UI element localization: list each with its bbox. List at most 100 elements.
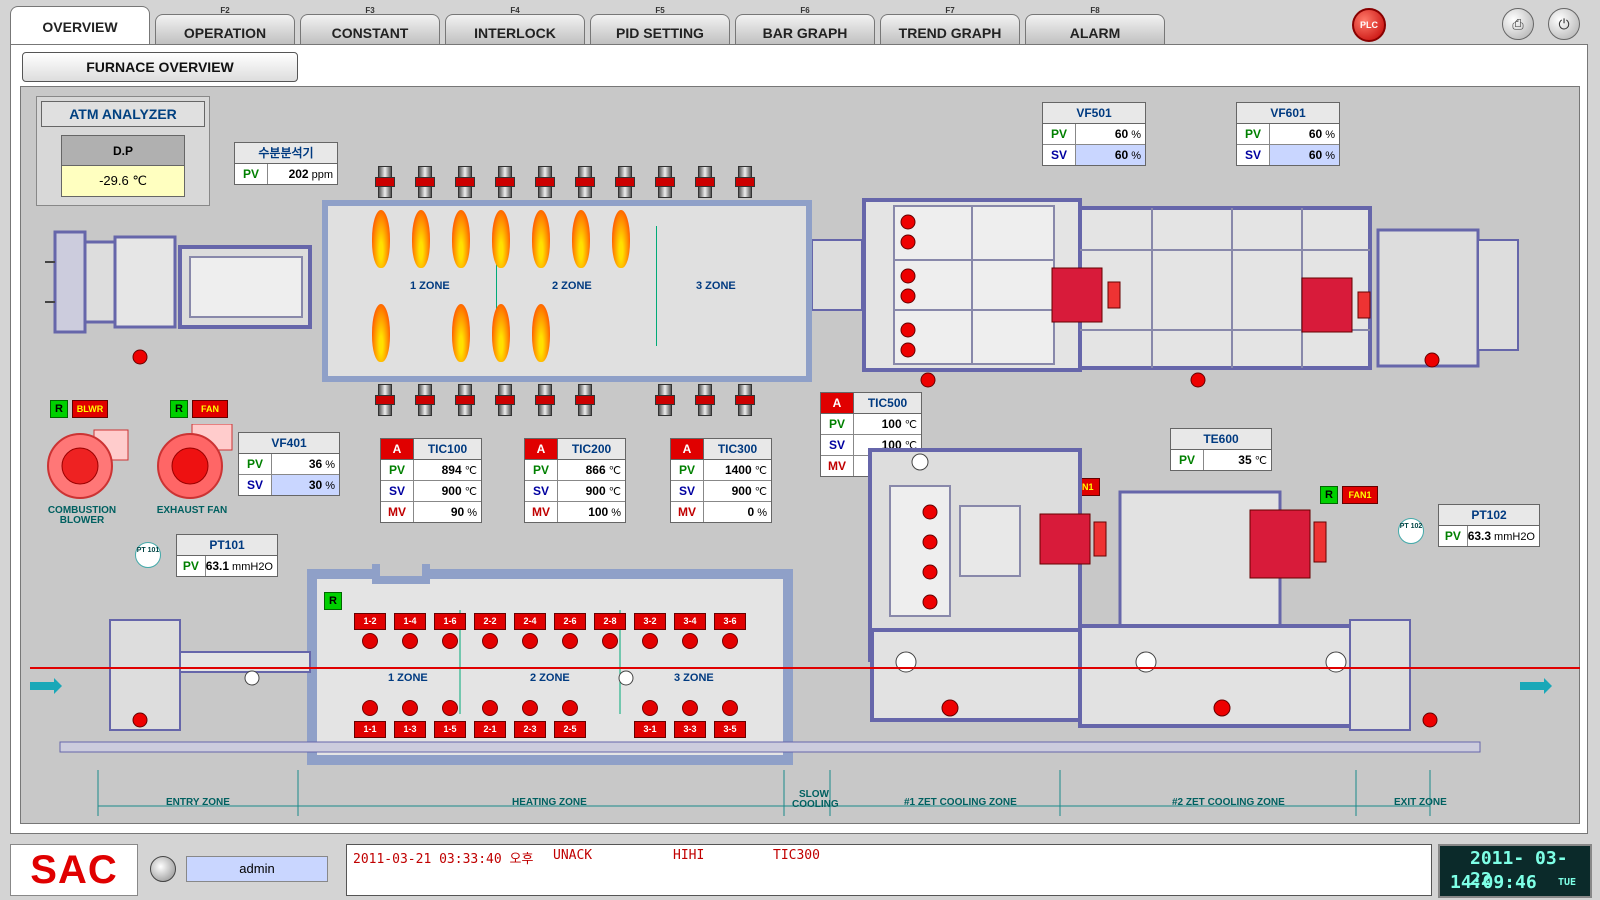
tab-trend-graph[interactable]: F7 TREND GRAPH bbox=[880, 6, 1020, 46]
pt101-sensor-icon[interactable]: PT 101 bbox=[135, 542, 161, 568]
printer-icon[interactable]: ⎙ bbox=[1502, 8, 1534, 40]
burner bbox=[375, 166, 395, 198]
entry-seal-unit bbox=[45, 230, 312, 365]
strip-line bbox=[30, 619, 1580, 816]
tic500-title: TIC500 bbox=[867, 396, 908, 410]
zone-label: 2 ZONE bbox=[552, 280, 592, 292]
slow-cooling-label: SLOW COOLING bbox=[792, 789, 839, 810]
mv-label: MV bbox=[525, 502, 558, 522]
burner bbox=[415, 166, 435, 198]
vf601-title: VF601 bbox=[1237, 103, 1339, 124]
auto-mode-indicator: A bbox=[671, 439, 704, 459]
clock-weekday: TUE bbox=[1558, 877, 1577, 888]
pv-label: PV bbox=[1043, 124, 1076, 144]
status-bar: SAC admin 2011-03-21 03:33:40 오후 UNACK H… bbox=[0, 838, 1600, 900]
clock: 2011- 03- 22 14:09:46 TUE bbox=[1438, 844, 1592, 898]
moisture-analyzer-box: 수분분석기 PV 202 ppm bbox=[234, 142, 338, 185]
pv-label: PV bbox=[821, 414, 854, 434]
tab-bar-graph[interactable]: F6 BAR GRAPH bbox=[735, 6, 875, 46]
burner bbox=[495, 166, 515, 198]
burner bbox=[375, 384, 395, 416]
auto-mode-indicator: A bbox=[821, 393, 854, 413]
sv-label: SV bbox=[381, 481, 414, 501]
burner bbox=[575, 384, 595, 416]
exit-zone-label: EXIT ZONE bbox=[1394, 797, 1447, 808]
exhaust-fan-label: EXHAUST FAN bbox=[156, 505, 228, 516]
tic200-box[interactable]: A TIC200 PV 866 ℃ SV 900 ℃ MV 100% bbox=[524, 438, 626, 523]
tab-alarm[interactable]: F8 ALARM bbox=[1025, 6, 1165, 46]
vf601-sv[interactable]: 60% bbox=[1270, 145, 1339, 165]
burner bbox=[535, 166, 555, 198]
tic200-sv[interactable]: 900 ℃ bbox=[558, 481, 625, 501]
alarm-time: 2011-03-21 03:33:40 오후 bbox=[353, 852, 534, 867]
tab-operation[interactable]: F2 OPERATION bbox=[155, 6, 295, 46]
tic300-title: TIC300 bbox=[717, 442, 758, 456]
burner bbox=[455, 166, 475, 198]
dp-value: -29.6 ℃ bbox=[61, 165, 185, 197]
radiant-furnace: 1 ZONE 2 ZONE 3 ZONE bbox=[322, 200, 812, 382]
tic300-box[interactable]: A TIC300 PV 1400 ℃ SV 900 ℃ MV 0% bbox=[670, 438, 772, 523]
pt101-box: PT101 PV 63.1 mmH2O bbox=[176, 534, 278, 577]
company-logo: SAC bbox=[10, 844, 138, 896]
burner-flame bbox=[412, 210, 430, 268]
tic500-pv: 100 ℃ bbox=[881, 417, 917, 431]
vf401-sv[interactable]: 30% bbox=[272, 475, 339, 495]
burner bbox=[655, 166, 675, 198]
current-user[interactable]: admin bbox=[186, 856, 328, 882]
burner bbox=[735, 384, 755, 416]
tic200-mv: 100% bbox=[588, 505, 621, 519]
tic200-title: TIC200 bbox=[571, 442, 612, 456]
vf501-sv[interactable]: 60% bbox=[1076, 145, 1145, 165]
sv-label: SV bbox=[525, 481, 558, 501]
exhaust-fan-icon bbox=[157, 424, 233, 499]
alarm-banner[interactable]: 2011-03-21 03:33:40 오후 UNACK HIHI TIC300 bbox=[346, 844, 1432, 896]
tab-interlock-status[interactable]: F4INTERLOCK STATUS bbox=[445, 6, 585, 57]
burner-flame bbox=[492, 304, 510, 362]
burner bbox=[615, 166, 635, 198]
zet-cooling-2-label: #2 ZET COOLING ZONE bbox=[1172, 797, 1285, 808]
fan-run-indicator: R bbox=[170, 400, 188, 418]
combustion-blower-icon bbox=[47, 429, 129, 499]
blower-tag: BLWR bbox=[72, 400, 108, 418]
vf501-box: VF501 PV 60% SV 60% bbox=[1042, 102, 1146, 166]
furnace-overview-button[interactable]: FURNACE OVERVIEW bbox=[22, 52, 298, 82]
sv-label: SV bbox=[671, 481, 704, 501]
alarm-state: UNACK bbox=[553, 848, 593, 863]
auto-mode-indicator: A bbox=[525, 439, 558, 459]
mv-label: MV bbox=[671, 502, 704, 522]
vf501-pv: 60% bbox=[1114, 127, 1141, 141]
plc-status-button[interactable]: PLC bbox=[1352, 8, 1386, 42]
top-cooling-section bbox=[812, 198, 1519, 388]
burner bbox=[655, 384, 675, 416]
tic100-box[interactable]: A TIC100 PV 894 ℃ SV 900 ℃ MV 90% bbox=[380, 438, 482, 523]
tab-constant[interactable]: F3 CONSTANT bbox=[300, 6, 440, 46]
tab-pid-setting[interactable]: F5 PID SETTING bbox=[590, 6, 730, 46]
vf401-pv: 36% bbox=[308, 457, 335, 471]
pv-label: PV bbox=[671, 460, 704, 480]
zone-label: 1 ZONE bbox=[410, 280, 450, 292]
tic100-pv: 894 ℃ bbox=[441, 463, 477, 477]
atm-analyzer-panel: ATM ANALYZER D.P -29.6 ℃ bbox=[36, 96, 210, 206]
tic300-sv[interactable]: 900 ℃ bbox=[704, 481, 771, 501]
alarm-level: HIHI bbox=[673, 848, 705, 863]
vf401-box: VF401 PV 36% SV 30% bbox=[238, 432, 340, 496]
vf601-pv: 60% bbox=[1308, 127, 1335, 141]
fan-tag: FAN bbox=[192, 400, 228, 418]
moisture-analyzer-title: 수분분석기 bbox=[235, 143, 337, 164]
atm-analyzer-title: ATM ANALYZER bbox=[41, 101, 205, 127]
alarm-tag: TIC300 bbox=[773, 848, 820, 863]
burner bbox=[415, 384, 435, 416]
burner bbox=[495, 384, 515, 416]
tic100-sv[interactable]: 900 ℃ bbox=[414, 481, 481, 501]
zet-cooling-1-label: #1 ZET COOLING ZONE bbox=[904, 797, 1017, 808]
tab-overview[interactable]: OVERVIEW bbox=[10, 6, 150, 46]
tic200-pv: 866 ℃ bbox=[585, 463, 621, 477]
entry-zone-label: ENTRY ZONE bbox=[166, 797, 230, 808]
burner bbox=[735, 166, 755, 198]
login-icon[interactable] bbox=[150, 856, 176, 882]
auto-mode-indicator: A bbox=[381, 439, 414, 459]
burner bbox=[575, 166, 595, 198]
clock-time: 14:09:46 bbox=[1450, 872, 1537, 893]
burner-flame bbox=[532, 210, 550, 268]
exit-icon[interactable]: ⏻ bbox=[1548, 8, 1580, 40]
